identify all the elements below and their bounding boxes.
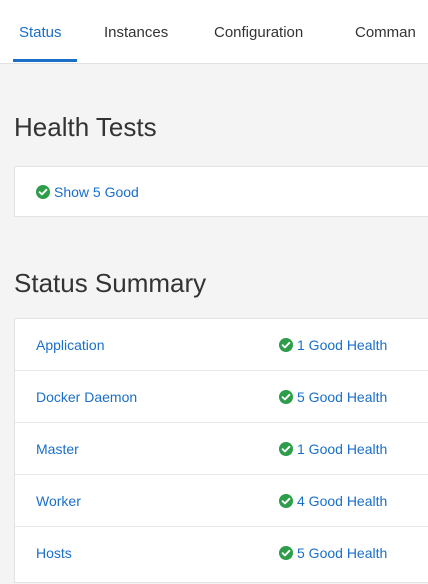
check-circle-icon xyxy=(279,494,293,508)
role-link-application[interactable]: Application xyxy=(36,336,105,354)
health-status-label: 1 Good Health xyxy=(297,337,388,353)
table-row: Master 1 Good Health xyxy=(15,423,428,475)
tab-status[interactable]: Status xyxy=(19,24,62,42)
check-circle-icon xyxy=(279,442,293,456)
table-row: Application 1 Good Health xyxy=(15,319,428,371)
show-good-tests-label: Show 5 Good xyxy=(54,184,139,200)
service-status-page: Status Instances Configuration Comman He… xyxy=(0,0,428,584)
health-tests-panel: Show 5 Good xyxy=(14,166,428,217)
tab-bar: Status Instances Configuration Comman xyxy=(0,0,428,64)
health-status-link[interactable]: 1 Good Health xyxy=(279,336,387,354)
role-link-master[interactable]: Master xyxy=(36,440,79,458)
health-status-label: 4 Good Health xyxy=(297,493,388,509)
role-link-worker[interactable]: Worker xyxy=(36,492,81,510)
table-row: Hosts 5 Good Health xyxy=(15,527,428,579)
table-row: Worker 4 Good Health xyxy=(15,475,428,527)
health-status-link[interactable]: 1 Good Health xyxy=(279,440,387,458)
status-summary-table: Application 1 Good Health Docker Daemon … xyxy=(14,318,428,583)
health-status-link[interactable]: 4 Good Health xyxy=(279,492,387,510)
tab-commands[interactable]: Comman xyxy=(355,24,416,42)
health-status-label: 5 Good Health xyxy=(297,545,388,561)
check-circle-icon xyxy=(36,185,50,199)
check-circle-icon xyxy=(279,546,293,560)
health-status-link[interactable]: 5 Good Health xyxy=(279,544,387,562)
tab-configuration[interactable]: Configuration xyxy=(214,24,303,42)
check-circle-icon xyxy=(279,390,293,404)
tab-instances[interactable]: Instances xyxy=(104,24,168,42)
check-circle-icon xyxy=(279,338,293,352)
active-tab-indicator xyxy=(13,59,77,62)
health-status-label: 1 Good Health xyxy=(297,441,388,457)
status-summary-title: Status Summary xyxy=(14,268,207,298)
role-link-hosts[interactable]: Hosts xyxy=(36,544,72,562)
health-status-label: 5 Good Health xyxy=(297,389,388,405)
show-good-tests-link[interactable]: Show 5 Good xyxy=(36,183,139,201)
table-row: Docker Daemon 5 Good Health xyxy=(15,371,428,423)
health-status-link[interactable]: 5 Good Health xyxy=(279,388,387,406)
health-tests-title: Health Tests xyxy=(14,112,157,142)
role-link-docker-daemon[interactable]: Docker Daemon xyxy=(36,388,137,406)
